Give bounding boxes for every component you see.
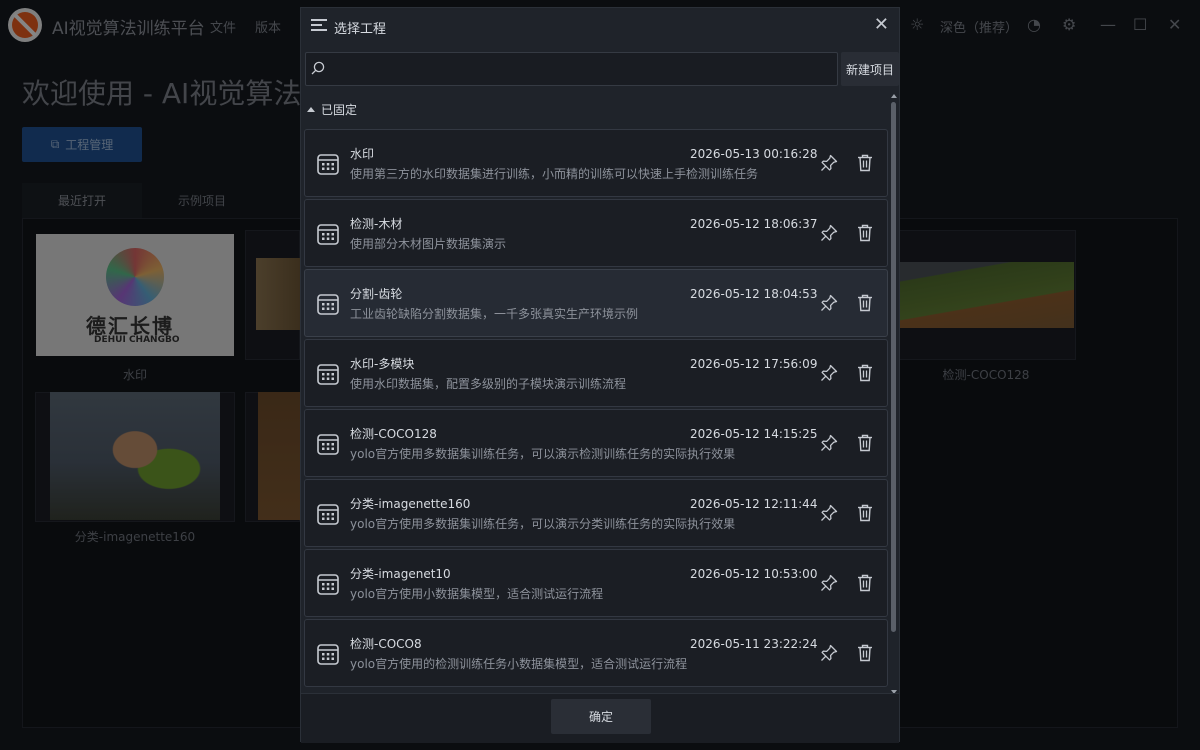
project-description: yolo官方使用多数据集训练任务，可以演示分类训练任务的实际执行效果 xyxy=(350,517,736,531)
confirm-button[interactable]: 确定 xyxy=(551,699,651,734)
close-icon[interactable]: ✕ xyxy=(874,16,889,34)
project-row[interactable]: 分割-齿轮工业齿轮缺陷分割数据集，一千多张真实生产环境示例 2026-05-12 … xyxy=(304,269,888,337)
trash-icon[interactable] xyxy=(857,434,873,452)
project-calendar-icon xyxy=(317,364,339,385)
project-calendar-icon xyxy=(317,574,339,595)
new-project-button[interactable]: 新建项目 xyxy=(841,52,899,86)
project-date: 2026-05-12 18:04:53 xyxy=(690,287,818,301)
project-date: 2026-05-12 17:56:09 xyxy=(690,357,818,371)
pin-icon[interactable] xyxy=(820,224,838,242)
project-description: yolo官方使用小数据集模型，适合测试运行流程 xyxy=(350,587,604,601)
pin-icon[interactable] xyxy=(820,364,838,382)
project-name: 分类-imagenet10 xyxy=(350,567,451,581)
project-calendar-icon xyxy=(317,504,339,525)
trash-icon[interactable] xyxy=(857,574,873,592)
project-date: 2026-05-12 14:15:25 xyxy=(690,427,818,441)
project-description: 工业齿轮缺陷分割数据集，一千多张真实生产环境示例 xyxy=(350,307,639,321)
project-calendar-icon xyxy=(317,154,339,175)
project-row[interactable]: 分类-imagenette160 yolo官方使用多数据集训练任务，可以演示分类训… xyxy=(304,479,888,547)
pin-icon[interactable] xyxy=(820,154,838,172)
project-date: 2026-05-12 10:53:00 xyxy=(690,567,818,581)
project-description: 使用第三方的水印数据集进行训练，小而精的训练可以快速上手检测训练任务 xyxy=(350,167,759,181)
trash-icon[interactable] xyxy=(857,644,873,662)
pin-icon[interactable] xyxy=(820,504,838,522)
scroll-up-icon[interactable] xyxy=(891,94,897,98)
project-name: 水印-多模块 xyxy=(350,357,415,371)
dialog-title: 选择工程 xyxy=(334,22,387,37)
trash-icon[interactable] xyxy=(857,154,873,172)
trash-icon[interactable] xyxy=(857,224,873,242)
project-name: 检测-COCO128 xyxy=(350,427,437,441)
project-row[interactable]: 检测-COCO128 yolo官方使用多数据集训练任务，可以演示检测训练任务的实际… xyxy=(304,409,888,477)
project-name: 分割-齿轮 xyxy=(350,287,403,301)
project-date: 2026-05-12 12:11:44 xyxy=(690,497,818,511)
pin-icon[interactable] xyxy=(820,434,838,452)
scrollbar-thumb[interactable] xyxy=(891,102,896,632)
caret-up-icon xyxy=(307,107,315,112)
project-calendar-icon xyxy=(317,294,339,315)
project-name: 检测-COCO8 xyxy=(350,637,422,651)
project-date: 2026-05-12 18:06:37 xyxy=(690,217,818,231)
project-date: 2026-05-13 00:16:28 xyxy=(690,147,818,161)
pinned-section-toggle[interactable]: 已固定 xyxy=(307,101,357,118)
project-calendar-icon xyxy=(317,434,339,455)
trash-icon[interactable] xyxy=(857,364,873,382)
pin-icon[interactable] xyxy=(820,644,838,662)
project-list: 水印使用第三方的水印数据集进行训练，小而精的训练可以快速上手检测训练任务 2026… xyxy=(304,129,888,693)
search-input[interactable] xyxy=(330,53,830,85)
pin-icon[interactable] xyxy=(820,294,838,312)
project-description: 使用水印数据集，配置多级别的子模块演示训练流程 xyxy=(350,377,627,391)
project-description: yolo官方使用多数据集训练任务，可以演示检测训练任务的实际执行效果 xyxy=(350,447,736,461)
pinned-section-label: 已固定 xyxy=(321,103,358,117)
project-description: yolo官方使用的检测训练任务小数据集模型，适合测试运行流程 xyxy=(350,657,688,671)
select-project-dialog: 选择工程 ✕ 新建项目 已固定 水印使用第三方的水印数据集进行训练，小而精的训练… xyxy=(300,7,900,743)
dialog-footer: 确定 xyxy=(301,693,899,743)
project-row[interactable]: 检测-木材使用部分木材图片数据集演示 2026-05-12 18:06:37 xyxy=(304,199,888,267)
dialog-header: 选择工程 ✕ xyxy=(301,8,899,44)
hamburger-menu-icon xyxy=(311,18,327,32)
project-date: 2026-05-11 23:22:24 xyxy=(690,637,818,651)
project-row[interactable]: 检测-COCO8 yolo官方使用的检测训练任务小数据集模型，适合测试运行流程 20… xyxy=(304,619,888,687)
trash-icon[interactable] xyxy=(857,294,873,312)
project-calendar-icon xyxy=(317,224,339,245)
project-row[interactable]: 水印-多模块使用水印数据集，配置多级别的子模块演示训练流程 2026-05-12 … xyxy=(304,339,888,407)
search-icon xyxy=(311,61,325,75)
list-scrollbar[interactable] xyxy=(889,94,899,694)
project-name: 检测-木材 xyxy=(350,217,403,231)
project-calendar-icon xyxy=(317,644,339,665)
pin-icon[interactable] xyxy=(820,574,838,592)
project-row[interactable]: 分类-imagenet10 yolo官方使用小数据集模型，适合测试运行流程 2026… xyxy=(304,549,888,617)
project-description: 使用部分木材图片数据集演示 xyxy=(350,237,507,251)
search-field[interactable] xyxy=(305,52,838,86)
project-name: 水印 xyxy=(350,147,375,161)
trash-icon[interactable] xyxy=(857,504,873,522)
project-row[interactable]: 水印使用第三方的水印数据集进行训练，小而精的训练可以快速上手检测训练任务 2026… xyxy=(304,129,888,197)
project-name: 分类-imagenette160 xyxy=(350,497,471,511)
